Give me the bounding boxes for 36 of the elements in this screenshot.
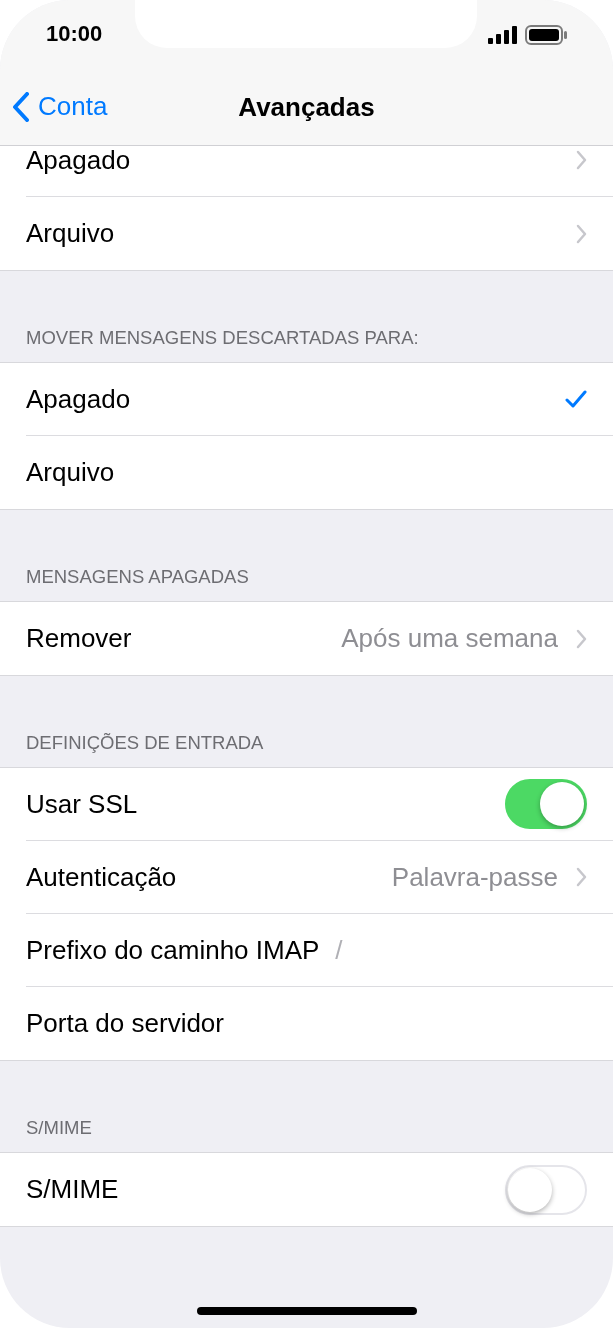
settings-row[interactable]: Autenticação Palavra-passe <box>26 841 613 914</box>
section-header: MOVER MENSAGENS DESCARTADAS PARA: <box>26 327 419 349</box>
page-title: Avançadas <box>238 92 375 123</box>
settings-field[interactable]: Prefixo do caminho IMAP / <box>26 914 613 987</box>
row-value: Palavra-passe <box>391 861 558 893</box>
settings-field[interactable]: Porta do servidor <box>26 987 613 1060</box>
row-label: Usar SSL <box>26 788 138 820</box>
battery-icon <box>525 25 567 45</box>
row-label: Porta do servidor <box>26 1008 224 1039</box>
row-label: Prefixo do caminho IMAP <box>26 934 320 966</box>
chevron-right-icon <box>576 628 587 649</box>
section-header: MENSAGENS APAGADAS <box>26 566 249 588</box>
settings-row[interactable]: Apagado <box>26 146 613 197</box>
chevron-right-icon <box>576 223 587 244</box>
chevron-left-icon <box>12 91 30 122</box>
settings-row[interactable]: Arquivo <box>26 436 613 509</box>
row-label: Apagado <box>26 146 131 176</box>
row-label: S/MIME <box>26 1174 119 1205</box>
signal-icon <box>488 26 517 44</box>
status-time: 10:00 <box>46 21 103 47</box>
row-label: Autenticação <box>26 861 177 893</box>
section-header: S/MIME <box>26 1117 92 1139</box>
section-header: DEFINIÇÕES DE ENTRADA <box>26 732 264 754</box>
row-label: Arquivo <box>26 218 115 249</box>
chevron-right-icon <box>576 150 587 170</box>
toggle-switch[interactable] <box>505 779 587 829</box>
settings-row[interactable]: Arquivo <box>26 197 613 270</box>
field-value: / <box>335 934 343 966</box>
settings-row[interactable]: Usar SSL <box>26 768 613 841</box>
chevron-right-icon <box>576 867 587 887</box>
settings-row[interactable]: Apagado <box>26 363 613 436</box>
back-button[interactable]: Conta <box>12 91 108 122</box>
row-label: Arquivo <box>26 457 115 488</box>
row-label: Remover <box>26 623 132 654</box>
row-value: Após uma semana <box>341 623 558 654</box>
row-label: Apagado <box>26 383 131 415</box>
